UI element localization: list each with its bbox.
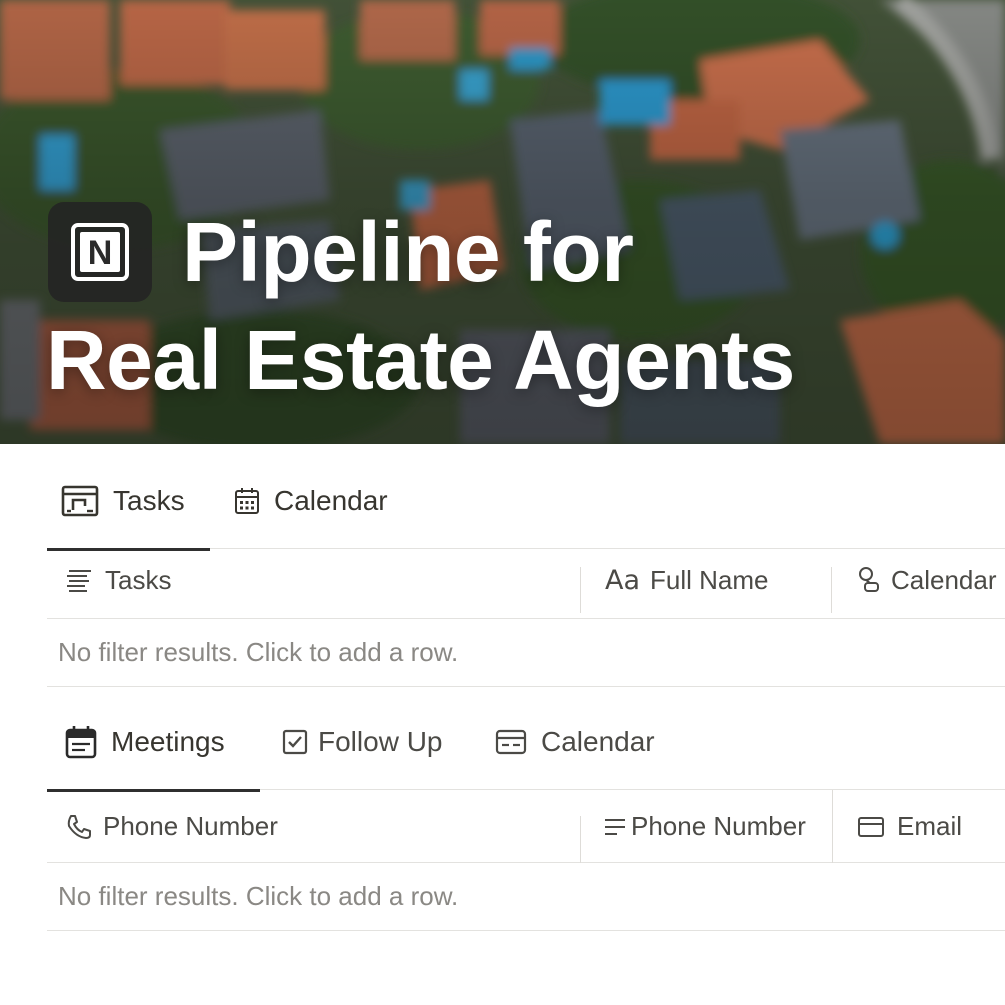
cover-image: N Pipeline for Real Estate Agents bbox=[0, 0, 1005, 444]
page-title-line-1: Pipeline for bbox=[182, 205, 634, 299]
calendar-icon bbox=[234, 487, 260, 515]
column-label: Tasks bbox=[105, 564, 172, 595]
table-header-2: Phone Number Phone Number Email bbox=[47, 790, 1005, 863]
column-label: Calendar bbox=[891, 564, 997, 595]
column-divider bbox=[832, 790, 833, 863]
tab-meetings[interactable]: Meetings bbox=[47, 694, 260, 792]
column-label: Email bbox=[897, 811, 963, 841]
page-content: Tasks Calendar Tasks Aa Full Name Calend… bbox=[0, 444, 1005, 1005]
phone-icon bbox=[65, 813, 93, 841]
text-aa-icon: Aa bbox=[605, 564, 641, 596]
empty-add-row-2[interactable]: No filter results. Click to add a row. bbox=[47, 863, 1005, 931]
column-header-full-name[interactable]: Aa Full Name bbox=[605, 541, 825, 619]
card-icon bbox=[857, 816, 885, 838]
column-label: Phone Number bbox=[631, 811, 806, 841]
tab-meetings-label: Meetings bbox=[111, 726, 225, 757]
view-tabs-1: Tasks Calendar bbox=[47, 453, 1005, 551]
page-title-line-2: Real Estate Agents bbox=[46, 313, 795, 407]
table-header-1: Tasks Aa Full Name Calendar bbox=[47, 541, 1005, 619]
column-header-email[interactable]: Email bbox=[857, 790, 1005, 863]
tab-calendar-2[interactable]: Calendar bbox=[495, 694, 655, 790]
column-header-tasks[interactable]: Tasks bbox=[65, 541, 575, 619]
page-title: Pipeline for Real Estate Agents bbox=[46, 198, 986, 414]
column-divider bbox=[831, 567, 832, 613]
empty-add-row-1[interactable]: No filter results. Click to add a row. bbox=[47, 619, 1005, 687]
column-divider bbox=[580, 816, 581, 863]
tab-calendar-label: Calendar bbox=[274, 485, 388, 516]
view-tabs-2: Meetings Follow Up Calendar bbox=[47, 694, 1005, 792]
column-header-calendar[interactable]: Calendar bbox=[857, 541, 1005, 619]
tab-calendar-2-label: Calendar bbox=[541, 726, 655, 757]
calendar-board-icon bbox=[65, 725, 97, 759]
calendar-card-icon bbox=[495, 729, 527, 755]
column-label: Full Name bbox=[650, 564, 769, 595]
tab-follow-up[interactable]: Follow Up bbox=[282, 694, 442, 790]
tab-tasks[interactable]: Tasks bbox=[47, 453, 210, 551]
list-lines-icon bbox=[65, 567, 95, 593]
column-divider bbox=[580, 567, 581, 613]
checkbox-icon bbox=[282, 729, 308, 755]
text-lines-icon bbox=[603, 816, 627, 838]
relation-icon bbox=[857, 566, 881, 594]
column-header-phone-number[interactable]: Phone Number bbox=[65, 790, 575, 863]
board-view-icon bbox=[61, 484, 99, 518]
tab-tasks-label: Tasks bbox=[113, 485, 185, 516]
tab-calendar[interactable]: Calendar bbox=[234, 453, 388, 549]
column-header-phone-number-text[interactable]: Phone Number bbox=[603, 790, 831, 863]
column-label: Phone Number bbox=[103, 811, 278, 841]
tab-follow-up-label: Follow Up bbox=[318, 726, 443, 757]
